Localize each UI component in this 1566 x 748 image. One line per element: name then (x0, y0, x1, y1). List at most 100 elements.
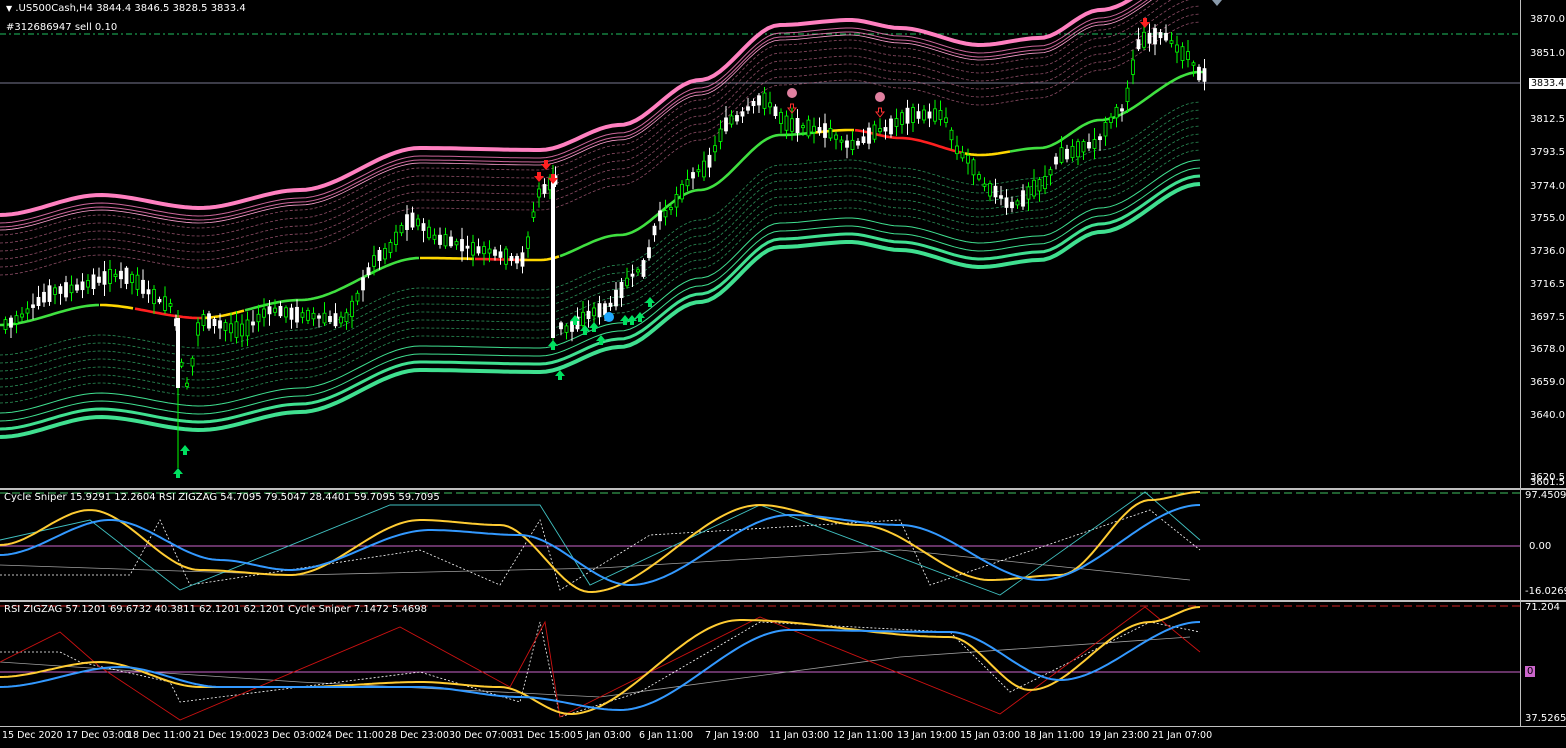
price-tick-label: 3870.0 (1530, 14, 1565, 25)
candle-body (1158, 32, 1163, 38)
buy-arrow-icon (180, 445, 190, 455)
oscillator-1-svg[interactable] (0, 490, 1566, 600)
candle-body (471, 242, 475, 256)
ohlc-values: 3844.4 3846.5 3828.5 3833.4 (96, 3, 246, 14)
candle-body (889, 118, 893, 135)
candle-body (256, 313, 261, 323)
oscillator-pane-rsi-zigzag[interactable]: RSI ZIGZAG 57.1201 69.6732 40.3811 62.12… (0, 601, 1566, 727)
candle-body (333, 313, 338, 327)
candle-body (729, 115, 734, 125)
trend-midline-segment (134, 307, 205, 320)
price-tick-label: 3678.0 (1530, 344, 1565, 355)
candle-body (262, 308, 266, 318)
candle-body (91, 274, 96, 290)
upper-envelope-thin (0, 0, 1143, 224)
candle-body (311, 312, 316, 320)
candle-body (982, 183, 987, 187)
candle-body (223, 322, 228, 331)
candle-body (938, 110, 943, 120)
candle-body (735, 115, 739, 122)
candle-body (1109, 116, 1113, 123)
candle-body (916, 111, 921, 119)
chart-menu-icon[interactable]: ▼ (6, 4, 12, 13)
candle-body (718, 128, 723, 142)
candle-body (31, 304, 35, 308)
oscillator-1-axis[interactable]: 97.4509 0.00 -16.0269 (1520, 490, 1566, 600)
price-axis[interactable]: 3870.0 3851.0 3812.5 3793.5 3774.0 3755.0 3736… (1520, 0, 1566, 488)
chart-shift-icon (1212, 0, 1222, 6)
candle-body (955, 145, 959, 155)
candle-body (1026, 186, 1031, 200)
candle-body (372, 255, 376, 267)
candle-body (80, 281, 85, 291)
candle-body (1114, 106, 1119, 119)
price-tick-label: 3640.0 (1530, 410, 1565, 421)
candle-body (229, 323, 233, 334)
main-price-pane[interactable]: ▼ .US500Cash,H4 3844.4 3846.5 3828.5 383… (0, 0, 1566, 489)
time-tick-label: 30 Dec 07:00 (449, 730, 513, 741)
candle-body (504, 248, 508, 265)
upper-envelope-thin (0, 0, 1149, 228)
candle-body (1131, 59, 1135, 75)
candle-body (1175, 44, 1179, 53)
candle-body (152, 289, 156, 305)
order-label[interactable]: #312686947 sell 0.10 (6, 22, 117, 33)
candle-body (636, 269, 640, 273)
candle-body (476, 246, 481, 254)
candle-body (141, 279, 145, 294)
candle-body (790, 118, 794, 132)
candle-body (1153, 28, 1157, 45)
candle-body (1059, 147, 1064, 163)
candle-body (845, 140, 849, 148)
candle-body (176, 318, 180, 388)
blue-oscillator-line (0, 504, 1201, 586)
candle-body (1037, 179, 1042, 192)
trend-midline-segment (100, 303, 134, 310)
candle-body (1098, 136, 1102, 141)
candle-body (432, 234, 437, 240)
candle-body (658, 210, 662, 222)
buy-arrow-icon (627, 315, 637, 325)
candle-body (784, 115, 789, 131)
candle-body (537, 188, 541, 198)
candle-body (295, 306, 299, 323)
oscillator-2-axis[interactable]: 71.204 0 37.5265 (1520, 602, 1566, 726)
candle-body (762, 92, 767, 109)
candle-body (944, 117, 948, 123)
candle-body (1191, 62, 1196, 66)
candle-body (724, 117, 728, 132)
candle-body (1087, 141, 1091, 149)
candle-body (42, 291, 46, 303)
time-axis[interactable]: 15 Dec 2020 17 Dec 03:00 18 Dec 11:00 21 De… (0, 726, 1566, 748)
chart-window[interactable]: ▼ .US500Cash,H4 3844.4 3846.5 3828.5 383… (0, 0, 1566, 748)
yellow-oscillator-line (0, 606, 1201, 716)
candle-body (388, 242, 393, 253)
candle-body (405, 214, 409, 230)
time-tick-label: 13 Jan 19:00 (897, 730, 958, 741)
candle-body (328, 316, 332, 322)
candle-body (14, 315, 19, 324)
main-chart-svg[interactable] (0, 0, 1566, 488)
candle-body (850, 139, 855, 150)
candle-body (201, 314, 206, 326)
candle-body (284, 307, 288, 318)
candle-body (1054, 156, 1058, 165)
candle-body (113, 273, 118, 277)
price-tick-label: 3755.0 (1530, 213, 1565, 224)
candle-body (317, 315, 321, 319)
candle-body (75, 284, 79, 291)
trend-midline-segment (244, 256, 420, 312)
time-tick-label: 5 Jan 03:00 (577, 730, 632, 741)
oscillator-2-svg[interactable] (0, 602, 1566, 726)
price-tick-label: 3774.0 (1530, 181, 1565, 192)
oscillator-pane-cycle-sniper[interactable]: Cycle Sniper 15.9291 12.2604 RSI ZIGZAG … (0, 489, 1566, 601)
candle-body (652, 225, 657, 236)
candle-body (702, 160, 706, 178)
candle-body (669, 207, 673, 211)
candle-body (410, 212, 415, 228)
candle-body (1202, 68, 1207, 82)
candle-body (592, 307, 596, 317)
candle-body (795, 117, 800, 134)
osc2-tick-bottom: 37.5265 (1525, 713, 1566, 724)
candle-body (828, 128, 833, 139)
